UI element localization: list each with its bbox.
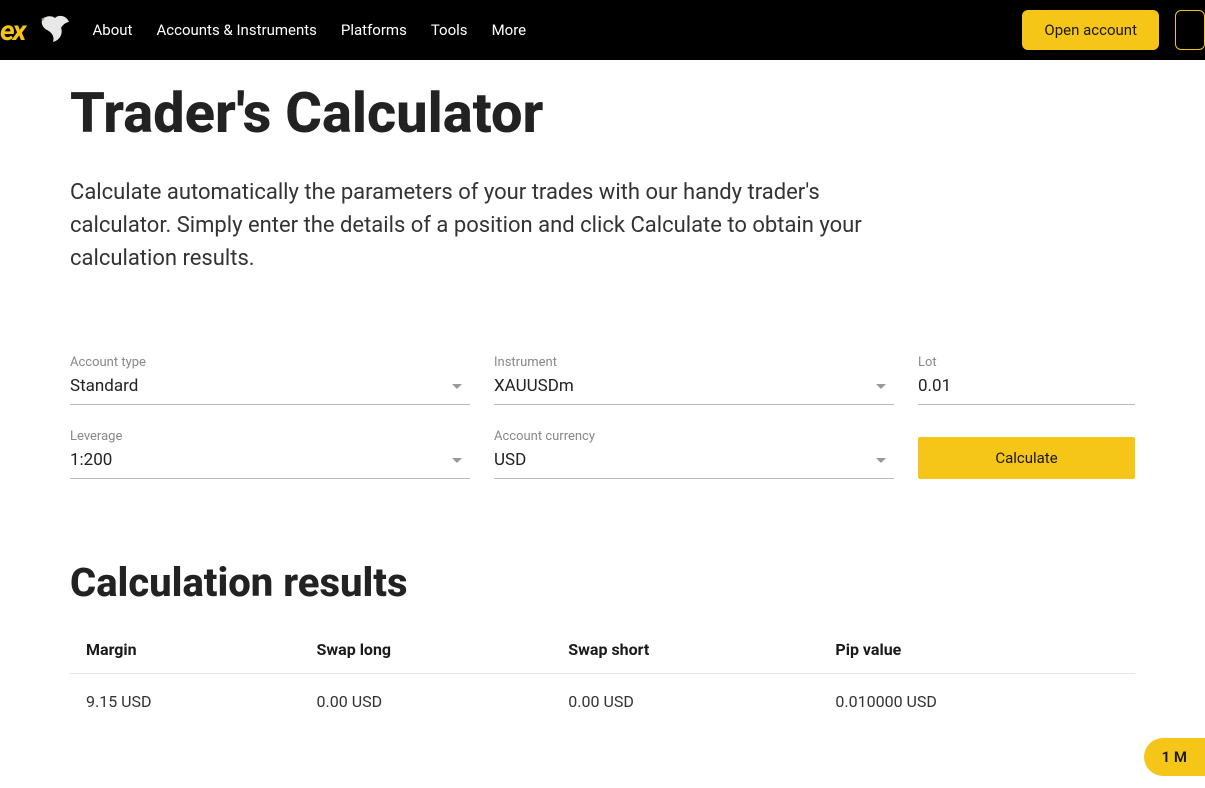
account-type-label: Account type — [70, 355, 470, 370]
leverage-label: Leverage — [70, 429, 470, 444]
cell-margin: 9.15 USD — [70, 674, 301, 730]
col-swap-long: Swap long — [301, 626, 553, 674]
nav-more[interactable]: More — [492, 21, 527, 39]
leverage-value: 1:200 — [70, 450, 112, 470]
field-account-type: Account type Standard — [70, 355, 470, 405]
cell-swap-long: 0.00 USD — [301, 674, 553, 730]
chevron-down-icon — [452, 458, 462, 463]
open-account-button[interactable]: Open account — [1022, 10, 1159, 50]
cell-swap-short: 0.00 USD — [552, 674, 819, 730]
results-title: Calculation results — [70, 559, 1135, 606]
dove-icon — [37, 12, 73, 48]
chevron-down-icon — [452, 384, 462, 389]
col-pip-value: Pip value — [819, 626, 1135, 674]
nav-accounts-instruments[interactable]: Accounts & Instruments — [156, 21, 316, 39]
main-nav: About Accounts & Instruments Platforms T… — [93, 21, 527, 39]
account-type-value: Standard — [70, 376, 138, 396]
calculate-button[interactable]: Calculate — [918, 437, 1135, 479]
account-currency-value: USD — [494, 450, 526, 470]
col-swap-short: Swap short — [552, 626, 819, 674]
lot-input-wrapper — [918, 376, 1135, 405]
field-account-currency: Account currency USD — [494, 429, 894, 479]
lot-label: Lot — [918, 355, 1135, 370]
col-margin: Margin — [70, 626, 301, 674]
results-data-row: 9.15 USD 0.00 USD 0.00 USD 0.010000 USD — [70, 674, 1135, 730]
header-right: Open account — [1022, 10, 1205, 50]
nav-tools[interactable]: Tools — [431, 21, 468, 39]
field-lot: Lot — [918, 355, 1135, 405]
logo-area: ex — [0, 12, 93, 48]
field-leverage: Leverage 1:200 — [70, 429, 470, 479]
brand-logo[interactable]: ex — [0, 14, 25, 47]
nav-platforms[interactable]: Platforms — [341, 21, 407, 39]
calculate-row: Calculate — [918, 437, 1135, 479]
results-table: Margin Swap long Swap short Pip value 9.… — [70, 626, 1135, 729]
header: ex About Accounts & Instruments Platform… — [0, 0, 1205, 60]
page-subtitle: Calculate automatically the parameters o… — [70, 176, 900, 275]
instrument-select[interactable]: XAUUSDm — [494, 376, 894, 405]
cell-pip-value: 0.010000 USD — [819, 674, 1135, 730]
account-currency-select[interactable]: USD — [494, 450, 894, 479]
instrument-value: XAUUSDm — [494, 376, 574, 396]
nav-about[interactable]: About — [93, 21, 133, 39]
floating-pill[interactable]: 1 M — [1144, 738, 1205, 776]
secondary-header-button[interactable] — [1175, 10, 1205, 50]
calculator-form: Account type Standard Instrument XAUUSDm… — [70, 355, 1135, 479]
chevron-down-icon — [876, 458, 886, 463]
account-type-select[interactable]: Standard — [70, 376, 470, 405]
field-instrument: Instrument XAUUSDm — [494, 355, 894, 405]
instrument-label: Instrument — [494, 355, 894, 370]
account-currency-label: Account currency — [494, 429, 894, 444]
results-header-row: Margin Swap long Swap short Pip value — [70, 626, 1135, 674]
chevron-down-icon — [876, 384, 886, 389]
main-container: Trader's Calculator Calculate automatica… — [0, 60, 1205, 729]
page-title: Trader's Calculator — [70, 80, 1135, 146]
leverage-select[interactable]: 1:200 — [70, 450, 470, 479]
lot-input[interactable] — [918, 376, 1135, 396]
